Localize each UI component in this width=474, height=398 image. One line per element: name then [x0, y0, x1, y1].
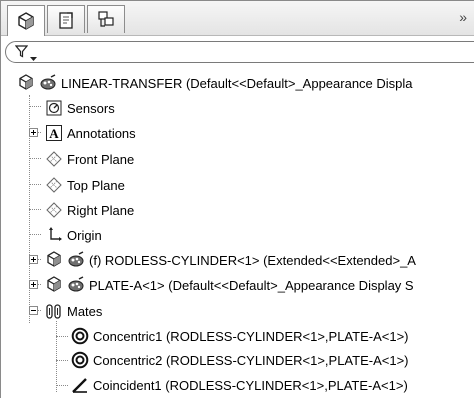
display-state-icon — [67, 251, 85, 269]
tree-item-sensors[interactable]: Sensors — [45, 96, 115, 120]
tree-item-concentric1[interactable]: Concentric1 (RODLESS-CYLINDER<1>,PLATE-A… — [71, 324, 409, 348]
tab-bar: » — [1, 1, 474, 36]
plane-icon — [45, 150, 63, 168]
property-manager-icon — [56, 10, 76, 30]
tree-connector — [56, 336, 68, 337]
tree-item-label: Right Plane — [67, 202, 135, 218]
tree-item-label: Origin — [67, 227, 102, 243]
more-tabs-button[interactable]: » — [459, 9, 467, 25]
display-state-icon — [67, 276, 85, 294]
tree-item-top-plane[interactable]: Top Plane — [45, 173, 125, 197]
feature-manager-panel: » LINEAR-TRANSFER (Default<<Default>_App… — [0, 0, 474, 398]
tree-connector — [29, 234, 41, 235]
tree-item-label: (f) RODLESS-CYLINDER<1> (Extended<<Exten… — [89, 252, 416, 268]
tree-item-coincident1[interactable]: Coincident1 (RODLESS-CYLINDER<1>,PLATE-A… — [71, 373, 408, 397]
mates-icon — [45, 302, 63, 320]
plane-icon — [45, 201, 63, 219]
tree-connector — [29, 184, 41, 185]
tree-item-label: Mates — [67, 303, 103, 319]
tree-root-assembly[interactable]: LINEAR-TRANSFER (Default<<Default>_Appea… — [17, 71, 413, 95]
tree-item-concentric2[interactable]: Concentric2 (RODLESS-CYLINDER<1>,PLATE-A… — [71, 348, 409, 372]
tree-item-rodless-cylinder[interactable]: (f) RODLESS-CYLINDER<1> (Extended<<Exten… — [45, 248, 416, 272]
annotations-icon: A — [45, 124, 63, 142]
tree-item-label: Top Plane — [67, 177, 125, 193]
tree-item-label: Concentric2 (RODLESS-CYLINDER<1>,PLATE-A… — [93, 352, 409, 368]
tree-connector — [56, 360, 68, 361]
tree-item-label: Concentric1 (RODLESS-CYLINDER<1>,PLATE-A… — [93, 328, 409, 344]
expand-rodless-cylinder-button[interactable] — [29, 255, 38, 264]
plane-icon — [45, 176, 63, 194]
coincident-mate-icon — [71, 376, 89, 394]
concentric-mate-icon — [71, 351, 89, 369]
part-icon — [45, 251, 63, 269]
tree-item-label: Front Plane — [67, 151, 135, 167]
tree-connector — [56, 321, 57, 392]
expand-annotations-button[interactable] — [29, 128, 38, 137]
configuration-manager-icon — [96, 10, 116, 30]
concentric-mate-icon — [71, 327, 89, 345]
tree-item-label: Coincident1 (RODLESS-CYLINDER<1>,PLATE-A… — [93, 377, 408, 393]
svg-text:A: A — [49, 126, 59, 141]
display-state-icon — [39, 74, 57, 92]
tree-item-mates[interactable]: Mates — [45, 299, 102, 323]
sensors-icon — [45, 99, 63, 117]
collapse-mates-button[interactable] — [29, 306, 38, 315]
expand-plate-a-button[interactable] — [29, 280, 38, 289]
tree-connector — [29, 209, 41, 210]
root-assembly-label: LINEAR-TRANSFER (Default<<Default>_Appea… — [61, 75, 413, 91]
tree-item-right-plane[interactable]: Right Plane — [45, 198, 134, 222]
chevron-down-icon[interactable] — [30, 50, 37, 65]
tree-item-annotations[interactable]: A Annotations — [45, 121, 136, 145]
tree-filter[interactable] — [5, 41, 474, 63]
tree-connector — [29, 158, 41, 159]
tree-item-label: Annotations — [67, 125, 136, 141]
tab-property-manager[interactable] — [47, 5, 85, 33]
assembly-icon — [17, 74, 35, 92]
tab-configuration-manager[interactable] — [87, 5, 125, 33]
tree-item-plate-a[interactable]: PLATE-A<1> (Default<<Default>_Appearance… — [45, 273, 414, 297]
tree-item-front-plane[interactable]: Front Plane — [45, 147, 134, 171]
filter-icon[interactable] — [14, 45, 29, 61]
origin-icon — [45, 226, 63, 244]
tree-item-origin[interactable]: Origin — [45, 223, 102, 247]
tree-item-label: PLATE-A<1> (Default<<Default>_Appearance… — [89, 277, 414, 293]
tree-connector — [56, 385, 68, 386]
tab-feature-manager[interactable] — [7, 5, 45, 36]
tree-connector — [29, 106, 41, 107]
tree-item-label: Sensors — [67, 100, 115, 116]
part-icon — [45, 276, 63, 294]
feature-manager-icon — [16, 11, 36, 31]
